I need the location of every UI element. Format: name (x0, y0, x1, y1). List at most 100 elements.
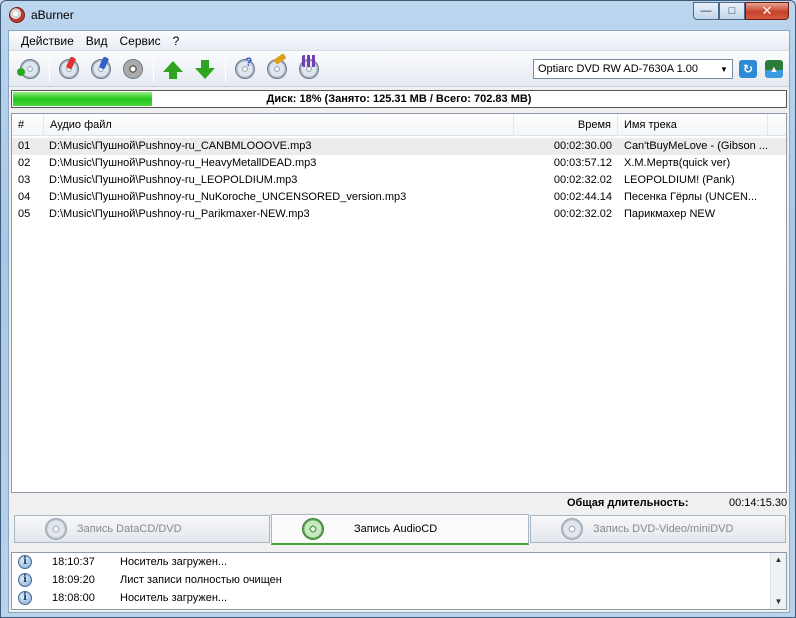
cell-num: 05 (18, 208, 31, 220)
table-row[interactable]: 01 D:\Music\Пушной\Pushnoy-ru_CANBMLOOOVE… (12, 138, 786, 155)
log-entry: i 18:08:00 Носитель загружен... (12, 590, 772, 607)
log-time: 18:09:20 (52, 574, 95, 586)
scroll-up-icon[interactable]: ▲ (771, 553, 786, 567)
cell-num: 04 (18, 191, 31, 203)
table-row[interactable]: 05 D:\Music\Пушной\Pushnoy-ru_Parikmaxer-… (12, 206, 786, 223)
drive-select[interactable]: Optiarc DVD RW AD-7630A 1.00 ▼ (533, 59, 733, 79)
move-up-icon (163, 60, 183, 79)
cell-num: 02 (18, 157, 31, 169)
list-header: # Аудио файл Время Имя трека (12, 114, 786, 136)
window-controls: — □ ✕ (693, 2, 789, 20)
video-disc-icon (561, 518, 583, 540)
toolbar: ? Optiarc DVD RW AD-7630A 1.00 ▼ ↻ ▲ (9, 51, 789, 87)
client-area: Действие Вид Сервис ? ? Optiarc DVD RW A… (8, 30, 790, 613)
log-entry: i 18:09:20 Лист записи полностью очищен (12, 572, 772, 589)
total-duration-value: 00:14:15.30 (729, 497, 788, 509)
info-icon: i (18, 591, 32, 605)
cell-time: 00:02:44.14 (553, 191, 612, 203)
eject-button[interactable]: ▲ (765, 60, 783, 78)
log-message: Носитель загружен... (120, 592, 228, 604)
info-icon: i (18, 573, 32, 587)
mode-tabs: Запись DataCD/DVD Запись AudioCD Запись … (14, 514, 786, 545)
chevron-down-icon: ▼ (720, 64, 728, 74)
app-logo-icon (9, 7, 25, 23)
write-disc-icon (91, 56, 111, 79)
maximize-icon: □ (728, 5, 736, 17)
write-disc-button[interactable] (89, 56, 113, 81)
erase-disc-button[interactable] (121, 57, 145, 81)
cell-track: LEOPOLDIUM! (Pank) (624, 174, 735, 186)
log-entry: i 18:10:37 Носитель загружен... (12, 554, 772, 571)
add-disc-icon (17, 59, 40, 79)
scroll-down-icon[interactable]: ▼ (771, 595, 786, 609)
cell-track: Х.М.Мертв(quick ver) (624, 157, 731, 169)
drive-select-value: Optiarc DVD RW AD-7630A 1.00 (538, 63, 698, 75)
header-num[interactable]: # (12, 114, 44, 136)
move-down-button[interactable] (193, 57, 217, 81)
minimize-icon: — (700, 5, 712, 17)
track-list[interactable]: # Аудио файл Время Имя трека 01 D:\Music\… (11, 113, 787, 493)
menu-action[interactable]: Действие (15, 34, 80, 48)
tab-audio-cd[interactable]: Запись AudioCD (271, 514, 529, 545)
tab-audio-cd-label: Запись AudioCD (354, 523, 438, 535)
header-file[interactable]: Аудио файл (44, 114, 514, 136)
menu-help[interactable]: ? (167, 34, 186, 48)
close-button[interactable]: ✕ (745, 2, 789, 20)
header-time[interactable]: Время (514, 114, 618, 136)
burn-disc-button[interactable] (57, 56, 81, 81)
menu-view[interactable]: Вид (80, 34, 114, 48)
settings-icon (299, 55, 319, 79)
cell-file: D:\Music\Пушной\Pushnoy-ru_Parikmaxer-NE… (49, 208, 310, 220)
cell-file: D:\Music\Пушной\Pushnoy-ru_CANBMLOOOVE.m… (49, 140, 312, 152)
total-duration: Общая длительность: 00:14:15.30 (9, 497, 789, 513)
log-message: Носитель загружен... (120, 556, 228, 568)
settings-button[interactable] (297, 55, 321, 81)
cell-time: 00:02:32.02 (553, 174, 612, 186)
close-icon: ✕ (761, 3, 773, 18)
tab-data-cd[interactable]: Запись DataCD/DVD (14, 515, 270, 543)
disc-usage-text: Диск: 18% (Занято: 125.31 MB / Всего: 70… (266, 93, 532, 105)
cell-num: 03 (18, 174, 31, 186)
tab-data-cd-label: Запись DataCD/DVD (77, 523, 182, 535)
header-track[interactable]: Имя трека (618, 114, 768, 136)
cell-time: 00:03:57.12 (553, 157, 612, 169)
tab-dvd-video[interactable]: Запись DVD-Video/miniDVD (530, 515, 786, 543)
app-window: aBurner — □ ✕ Действие Вид Сервис ? ? Op… (0, 0, 796, 618)
burn-disc-icon (59, 56, 79, 79)
total-duration-label: Общая длительность: (567, 497, 689, 509)
log-time: 18:08:00 (52, 592, 95, 604)
cell-file: D:\Music\Пушной\Pushnoy-ru_NuKoroche_UNC… (49, 191, 407, 203)
table-row[interactable]: 03 D:\Music\Пушной\Pushnoy-ru_LEOPOLDIUM.… (12, 172, 786, 189)
minimize-button[interactable]: — (693, 2, 719, 20)
clean-disc-button[interactable] (265, 53, 289, 81)
menu-bar: Действие Вид Сервис ? (9, 31, 789, 51)
disc-info-button[interactable]: ? (233, 56, 257, 81)
log-time: 18:10:37 (52, 556, 95, 568)
refresh-button[interactable]: ↻ (739, 60, 757, 78)
cell-time: 00:02:32.02 (553, 208, 612, 220)
cell-track: Can'tBuyMeLove - (Gibson ... (624, 140, 768, 152)
cell-track: Песенка Гёрлы (UNCEN... (624, 191, 758, 203)
cell-time: 00:02:30.00 (553, 140, 612, 152)
maximize-button[interactable]: □ (719, 2, 745, 20)
erase-disc-icon (123, 59, 143, 79)
move-up-button[interactable] (161, 57, 185, 81)
data-disc-icon (45, 518, 67, 540)
image-icon: ▲ (769, 64, 779, 74)
disc-info-icon: ? (235, 56, 255, 79)
log-panel[interactable]: i 18:10:37 Носитель загружен... i 18:09:… (11, 552, 787, 610)
log-scrollbar[interactable]: ▲ ▼ (770, 553, 786, 609)
menu-service[interactable]: Сервис (113, 34, 166, 48)
table-row[interactable]: 04 D:\Music\Пушной\Pushnoy-ru_NuKoroche_U… (12, 189, 786, 206)
cell-track: Парикмахер NEW (624, 208, 716, 220)
add-disc-button[interactable] (17, 57, 42, 81)
disc-usage-bar: Диск: 18% (Занято: 125.31 MB / Всего: 70… (11, 90, 787, 108)
cell-file: D:\Music\Пушной\Pushnoy-ru_HeavyMetallDE… (49, 157, 317, 169)
table-row[interactable]: 02 D:\Music\Пушной\Pushnoy-ru_HeavyMetall… (12, 155, 786, 172)
tab-dvd-video-label: Запись DVD-Video/miniDVD (593, 523, 734, 535)
cell-num: 01 (18, 140, 31, 152)
title-bar[interactable]: aBurner — □ ✕ (1, 1, 795, 29)
cell-file: D:\Music\Пушной\Pushnoy-ru_LEOPOLDIUM.mp… (49, 174, 298, 186)
window-title: aBurner (31, 8, 74, 22)
move-down-icon (195, 59, 215, 79)
